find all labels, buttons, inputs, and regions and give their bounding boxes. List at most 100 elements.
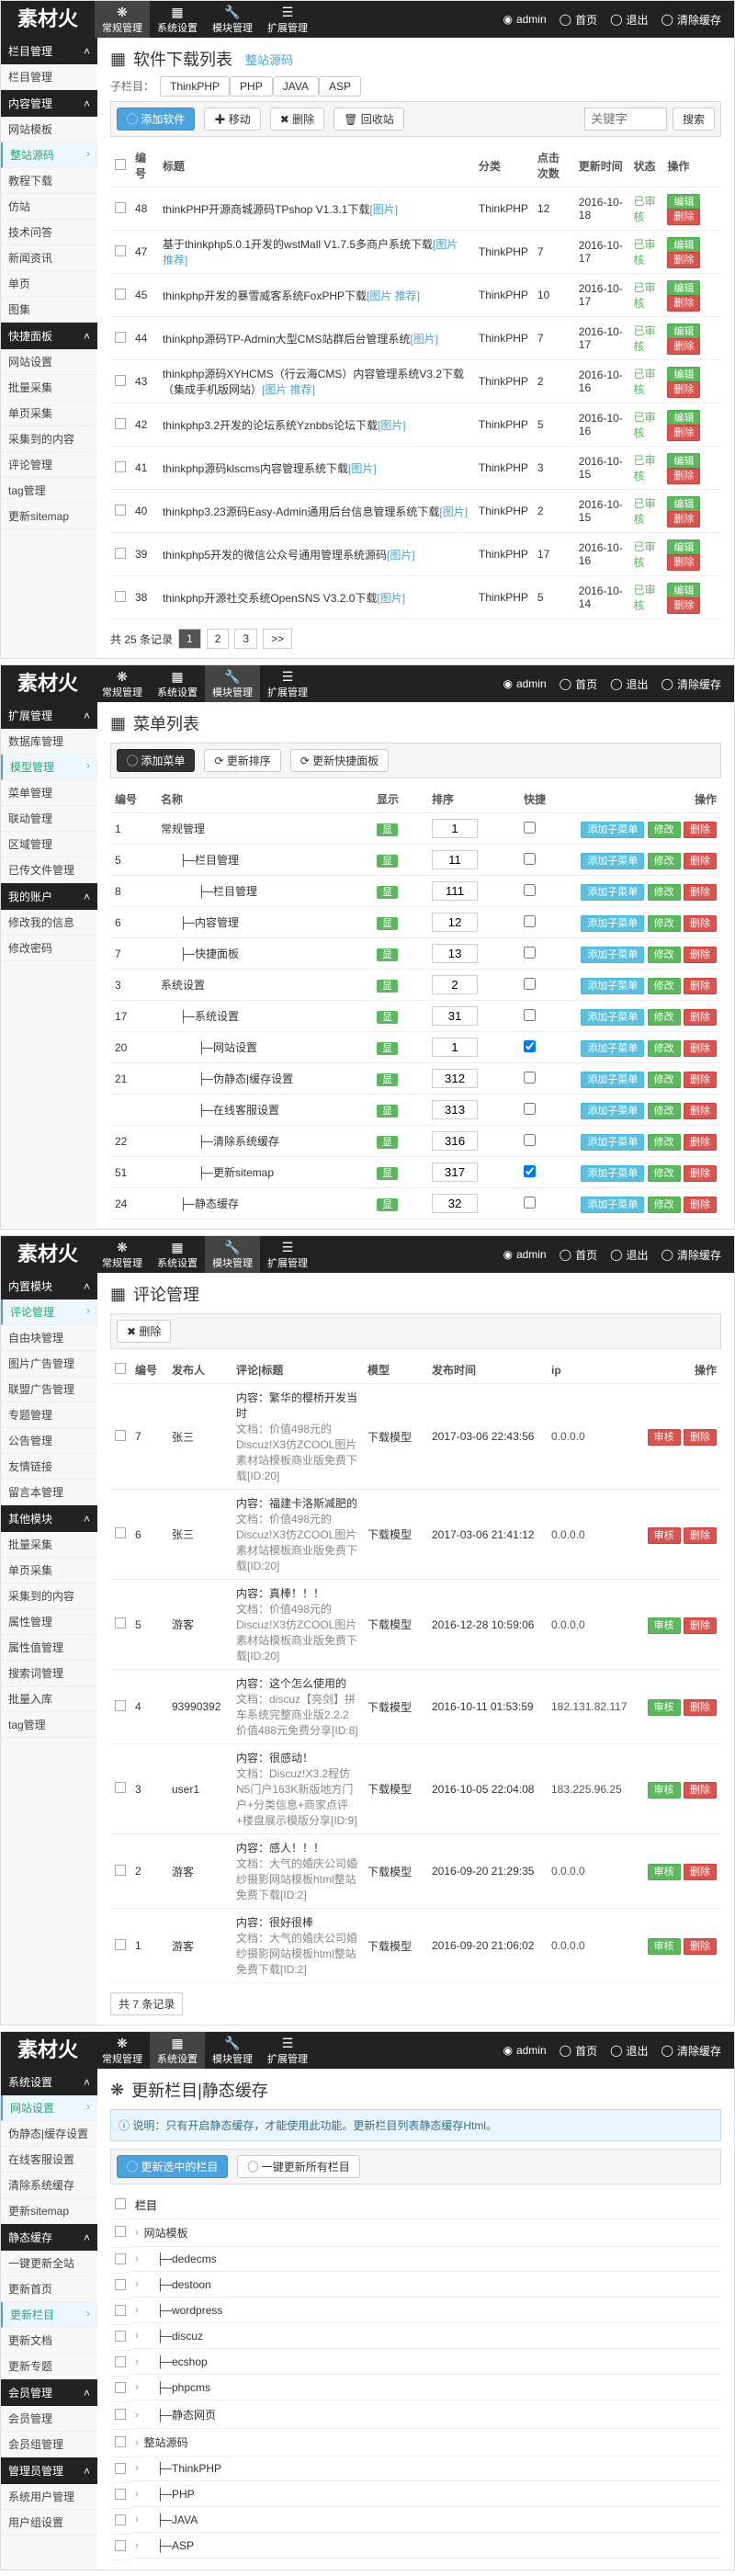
show-badge[interactable]: 显 [377,1105,398,1118]
page-next[interactable]: >> [263,629,292,649]
row-checkbox[interactable] [115,2463,126,2474]
delete-button[interactable]: 删除 [667,597,700,614]
edit-button[interactable]: 修改 [648,1072,681,1088]
show-badge[interactable]: 显 [377,1011,398,1024]
update-selected-button[interactable]: ◯ 更新选中的栏目 [117,2155,228,2178]
sidebar-item[interactable]: 联盟广告管理 [1,1377,97,1402]
sidebar-item[interactable]: 已传文件管理 [1,857,97,883]
row-checkbox[interactable] [115,2226,126,2237]
sort-input[interactable] [432,944,478,963]
chevron-up-icon[interactable]: ˄ [84,330,90,343]
edit-button[interactable]: 修改 [648,884,681,901]
page-1[interactable]: 1 [178,629,201,649]
sidebar-item[interactable]: 在线客服设置 [1,2147,97,2173]
search-input[interactable] [584,108,667,131]
row-checkbox[interactable] [115,2253,126,2264]
sidebar-item[interactable]: 更新文档 [1,2328,97,2354]
delete-button[interactable]: 删除 [667,511,700,528]
sort-input[interactable] [432,913,478,932]
row-checkbox[interactable] [115,202,126,213]
sidebar-item[interactable]: 更新sitemap [1,2198,97,2224]
quick-checkbox[interactable] [524,1134,536,1146]
show-badge[interactable]: 显 [377,823,398,836]
quick-checkbox[interactable] [524,1040,536,1052]
sort-input[interactable] [432,1069,478,1088]
row-checkbox[interactable] [115,1939,126,1950]
sidebar-item[interactable]: 采集到的内容 [1,1583,97,1609]
delete-button[interactable]: 删除 [667,425,700,441]
nav-module[interactable]: 🔧模块管理 [205,1,260,38]
sidebar-item[interactable]: 更新sitemap [1,504,97,529]
sidebar-item[interactable]: 栏目管理 [1,64,97,90]
row-checkbox[interactable] [115,505,126,516]
page-2[interactable]: 2 [207,629,230,649]
sidebar-item[interactable]: 单页 [1,271,97,297]
show-badge[interactable]: 显 [377,917,398,930]
sort-input[interactable] [432,1194,478,1213]
show-badge[interactable]: 显 [377,855,398,868]
sidebar-item[interactable]: 图集 [1,297,97,323]
approve-button[interactable]: 审核 [648,1938,681,1955]
row-checkbox[interactable] [115,2305,126,2316]
subtab[interactable]: JAVA [273,76,319,96]
sidebar-item[interactable]: 自由块管理 [1,1325,97,1351]
sidebar-item[interactable]: 区域管理 [1,832,97,857]
sidebar-item[interactable]: 更新栏目 [1,2302,97,2328]
edit-button[interactable]: 修改 [648,822,681,838]
approve-button[interactable]: 审核 [648,1527,681,1544]
quick-checkbox[interactable] [524,1072,536,1084]
delete-button[interactable]: 删除 [684,1429,717,1446]
row-checkbox[interactable] [115,1865,126,1876]
row-checkbox[interactable] [115,548,126,559]
sidebar-item[interactable]: 修改密码 [1,936,97,961]
delete-button[interactable]: 删除 [667,338,700,355]
edit-button[interactable]: 修改 [648,978,681,994]
row-checkbox[interactable] [115,289,126,300]
quick-checkbox[interactable] [524,822,536,834]
approve-button[interactable]: 审核 [648,1864,681,1880]
sidebar-item[interactable]: 专题管理 [1,1402,97,1428]
row-checkbox[interactable] [115,375,126,386]
delete-button[interactable]: 删除 [684,1617,717,1634]
sort-input[interactable] [432,1038,478,1057]
add-menu-button[interactable]: ◯ 添加菜单 [117,749,195,772]
nav-module[interactable]: 🔧模块管理 [205,665,260,702]
show-badge[interactable]: 显 [377,1042,398,1055]
quick-checkbox[interactable] [524,1009,536,1021]
delete-button[interactable]: 删除 [684,1527,717,1544]
edit-button[interactable]: 修改 [648,1009,681,1026]
sidebar-item[interactable]: 搜索词管理 [1,1661,97,1686]
sidebar-item[interactable]: 更新专题 [1,2354,97,2379]
delete-button[interactable]: 删除 [684,1072,717,1088]
sidebar-item[interactable]: 一键更新全站 [1,2251,97,2276]
add-sub-button[interactable]: 添加子菜单 [581,822,644,838]
update-all-button[interactable]: ◯ 一键更新所有栏目 [237,2155,359,2178]
quick-checkbox[interactable] [524,978,536,990]
sidebar-item[interactable]: 网站模板 [1,117,97,142]
sidebar-item[interactable]: 单页采集 [1,401,97,426]
sidebar-item[interactable]: 评论管理 [1,1299,97,1325]
edit-button[interactable]: 修改 [648,915,681,932]
row-checkbox[interactable] [115,2514,126,2525]
delete-button[interactable]: 删除 [684,947,717,963]
sidebar-item[interactable]: 技术问答 [1,220,97,245]
sidebar-item[interactable]: 留言本管理 [1,1480,97,1505]
chevron-up-icon[interactable]: ˄ [84,45,90,58]
quick-checkbox[interactable] [524,884,536,896]
select-all-checkbox[interactable] [115,1363,126,1374]
delete-button[interactable]: 删除 [684,1938,717,1955]
delete-button[interactable]: 删除 [684,1197,717,1213]
row-checkbox[interactable] [115,1430,126,1441]
delete-button[interactable]: 删除 [667,468,700,484]
sidebar-item[interactable]: 批量入库 [1,1686,97,1712]
nav-general[interactable]: ❋常规管理 [95,665,150,702]
edit-button[interactable]: 修改 [648,947,681,963]
delete-button[interactable]: 删除 [667,295,700,312]
move-button[interactable]: ✚ 移动 [204,108,260,131]
edit-button[interactable]: 修改 [648,1165,681,1182]
nav-extend[interactable]: ☰扩展管理 [260,665,315,702]
add-sub-button[interactable]: 添加子菜单 [581,947,644,963]
row-checkbox[interactable] [115,1700,126,1711]
edit-button[interactable]: 修改 [648,853,681,869]
edit-button[interactable]: 修改 [648,1197,681,1213]
